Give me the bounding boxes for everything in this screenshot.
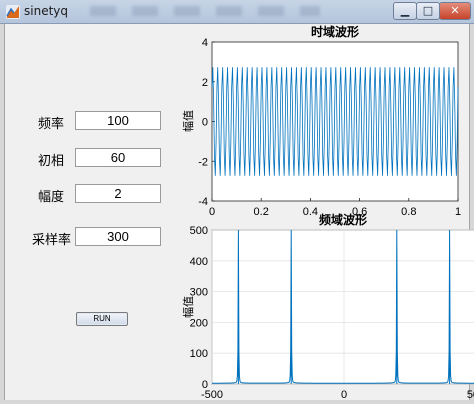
matlab-icon bbox=[6, 5, 20, 19]
amplitude-label: 幅度 bbox=[38, 190, 65, 205]
window-titlebar: sinetyq ▁ □ ✕ bbox=[0, 0, 474, 24]
maximize-button[interactable]: □ bbox=[416, 2, 440, 20]
figure-client-area: 频率 100 初相 60 幅度 2 采样率 300 RUN bbox=[4, 24, 470, 400]
phase-label: 初相 bbox=[38, 154, 65, 169]
phase-input[interactable]: 60 bbox=[75, 148, 161, 167]
frequency-label: 频率 bbox=[38, 117, 65, 132]
frequency-input[interactable]: 100 bbox=[75, 111, 161, 130]
close-button[interactable]: ✕ bbox=[439, 2, 471, 20]
window-title: sinetyq bbox=[24, 4, 68, 18]
run-button[interactable]: RUN bbox=[76, 312, 128, 326]
sample-rate-input[interactable]: 300 bbox=[75, 227, 161, 246]
minimize-button[interactable]: ▁ bbox=[393, 2, 417, 20]
sample-rate-label: 采样率 bbox=[32, 233, 72, 248]
background-window-blur bbox=[90, 6, 320, 16]
amplitude-input[interactable]: 2 bbox=[75, 184, 161, 203]
